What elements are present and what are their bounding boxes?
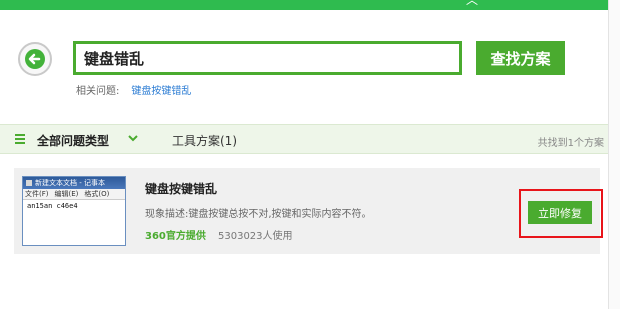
thumbnail-menu-item: 编辑(E) [54,190,79,198]
chevron-down-icon[interactable] [128,133,138,143]
result-user-count: 5303023人使用 [218,231,293,242]
related-label: 相关问题: [76,86,120,97]
related-link[interactable]: 键盘按键错乱 [131,86,191,97]
notepad-icon [26,180,32,186]
search-input[interactable] [73,41,462,75]
result-card: 新建文本文档 - 记事本 文件(F) 编辑(E) 格式(O) an15an c46e… [14,168,600,254]
fix-now-button[interactable]: 立即修复 [528,201,592,224]
collapse-chevron-icon[interactable]: ︿ [466,0,478,6]
tab-tool-solutions[interactable]: 工具方案(1) [172,132,237,149]
back-arrow-glyph [28,53,41,65]
filter-bar: 全部问题类型 工具方案(1) 共找到1个方案 [0,124,608,154]
notepad-thumbnail: 新建文本文档 - 记事本 文件(F) 编辑(E) 格式(O) an15an c46e… [22,176,126,246]
thumbnail-content: an15an c46e4 [27,202,78,210]
thumbnail-menu: 文件(F) 编辑(E) 格式(O) [23,189,125,200]
related-questions: 相关问题: 键盘按键错乱 [76,82,191,97]
thumbnail-menu-item: 格式(O) [84,190,110,198]
thumbnail-window-title: 新建文本文档 - 记事本 [35,179,105,187]
search-button[interactable]: 查找方案 [476,41,565,75]
thumbnail-menu-item: 文件(F) [25,190,49,198]
back-button[interactable] [18,42,52,76]
result-title: 键盘按键错乱 [145,182,218,196]
result-description: 现象描述:键盘按键总按不对,按键和实际内容不符。 [145,209,372,220]
thumbnail-titlebar: 新建文本文档 - 记事本 [23,177,125,189]
result-source: 360官方提供 [145,231,206,242]
top-bar: ︿ [0,0,620,10]
all-types-dropdown[interactable]: 全部问题类型 [37,132,109,149]
result-count: 共找到1个方案 [537,138,604,149]
filter-menu-icon [15,134,25,144]
scrollbar[interactable] [608,0,620,309]
